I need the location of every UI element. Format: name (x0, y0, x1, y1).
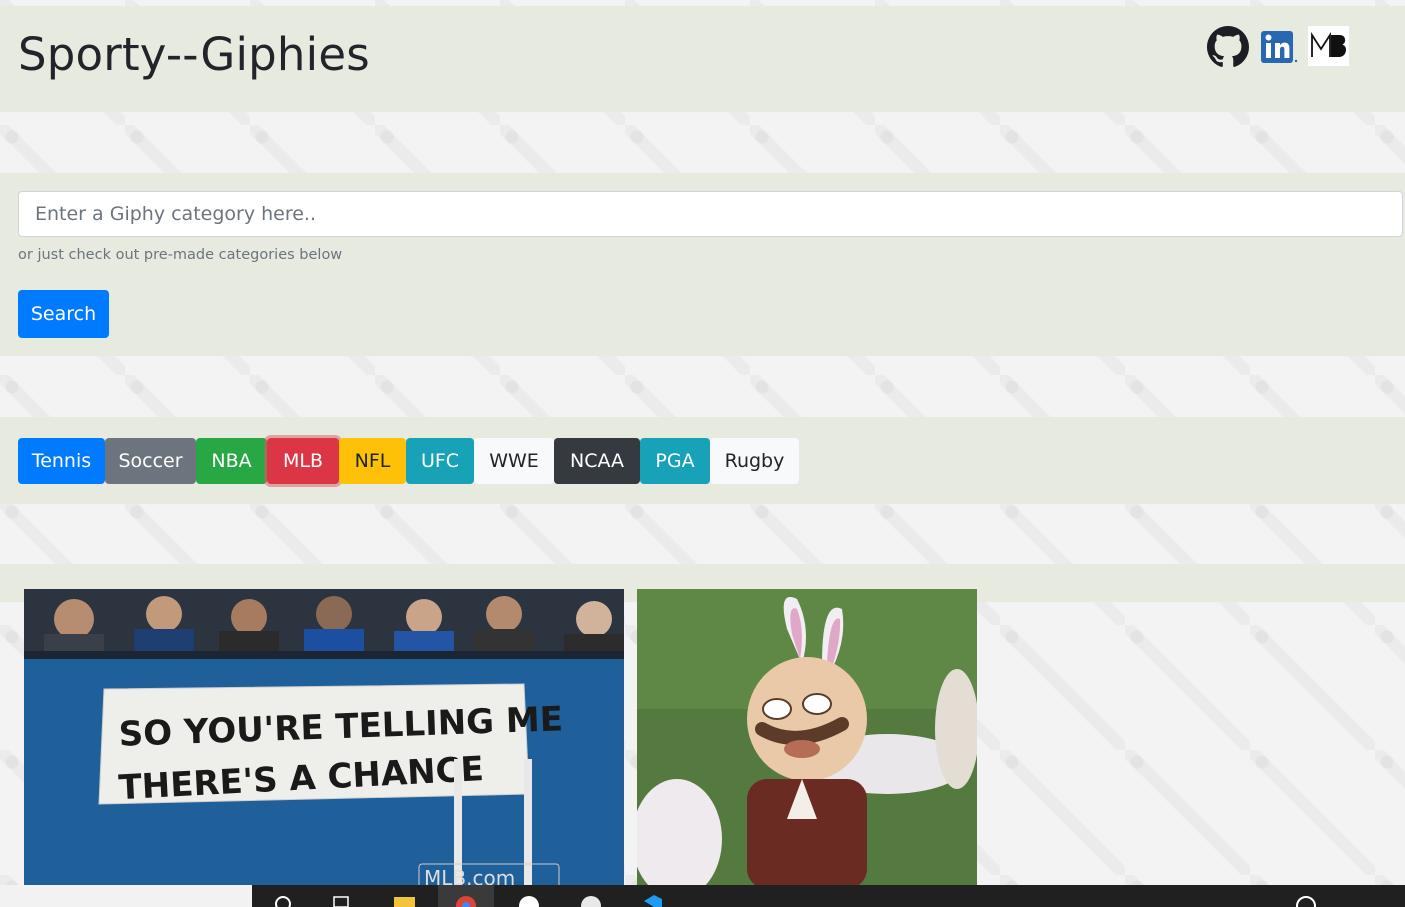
category-button-ncaa[interactable]: NCAA (554, 438, 640, 484)
chrome-icon[interactable] (455, 893, 477, 907)
app-icon[interactable] (580, 893, 602, 907)
hp-icon[interactable] (518, 893, 540, 907)
tray-icon[interactable] (1295, 893, 1317, 907)
windows-taskbar (0, 885, 1405, 907)
search-hint: or just check out pre-made categories be… (18, 247, 343, 263)
linkedin-icon[interactable] (1258, 26, 1300, 68)
search-form: or just check out pre-made categories be… (0, 173, 1405, 356)
category-button-nba[interactable]: NBA (196, 438, 267, 484)
cortana-icon[interactable] (272, 893, 294, 907)
header: Sporty--Giphies MB (0, 6, 1405, 112)
github-icon[interactable] (1207, 26, 1249, 68)
category-button-ufc[interactable]: UFC (406, 438, 474, 484)
gif-result-2[interactable] (637, 589, 977, 889)
category-button-soccer[interactable]: Soccer (105, 438, 196, 484)
category-search-input[interactable] (18, 191, 1403, 237)
category-button-mlb[interactable]: MLB (267, 438, 339, 484)
vscode-icon[interactable] (640, 893, 662, 907)
category-button-nfl[interactable]: NFL (339, 438, 406, 484)
file-explorer-icon[interactable] (393, 893, 415, 907)
taskbar-search-box[interactable] (0, 885, 252, 907)
mb-logo[interactable]: MB (1308, 26, 1349, 66)
category-button-wwe[interactable]: WWE (474, 438, 554, 484)
category-button-pga[interactable]: PGA (640, 438, 710, 484)
category-buttons-bar: Tennis Soccer NBA MLB NFL UFC WWE NCAA P… (0, 417, 1405, 504)
category-button-tennis[interactable]: Tennis (18, 438, 105, 484)
category-buttons: Tennis Soccer NBA MLB NFL UFC WWE NCAA P… (18, 438, 799, 484)
category-button-rugby[interactable]: Rugby (710, 438, 799, 484)
task-view-icon[interactable] (330, 893, 352, 907)
search-button[interactable]: Search (18, 290, 109, 338)
page-title: Sporty--Giphies (18, 28, 370, 81)
gif-result-1[interactable]: SO YOU'RE TELLING ME THERE'S A CHANCE ML… (24, 589, 624, 889)
